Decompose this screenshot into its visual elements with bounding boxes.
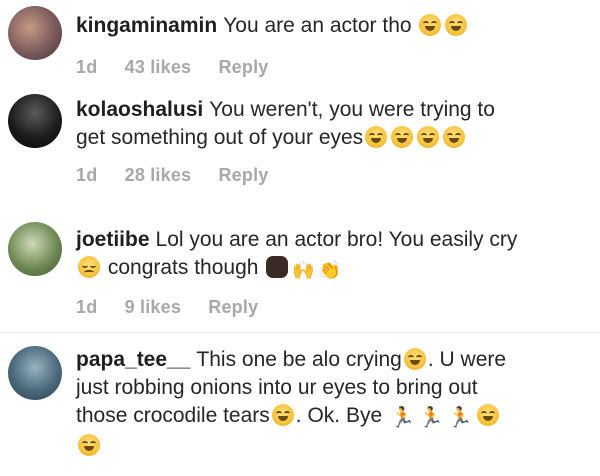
comment-text: You weren't, you were trying to (209, 98, 495, 121)
divider (0, 332, 600, 333)
comment-text: congrats though (107, 256, 259, 279)
comment-username[interactable]: kolaoshalusi (76, 98, 203, 121)
tears-of-joy-emoji-icon (271, 404, 294, 426)
comment-text: . U were (427, 348, 507, 371)
tears-of-joy-emoji-icon (403, 348, 426, 370)
comment-meta: 1d 9 likes Reply (76, 297, 280, 318)
comment-likes[interactable]: 28 likes (125, 165, 192, 185)
avatar[interactable] (8, 346, 62, 400)
running-person-emoji-icon: 🏃 (418, 407, 444, 429)
comment-text: This one be alo crying (196, 348, 402, 371)
grimace-emoji-icon (443, 126, 466, 148)
comment-text: . Ok. Bye (295, 404, 383, 427)
comment-username[interactable]: joetiibe (76, 228, 150, 251)
raised-hands-emoji-icon: 🙌 (292, 260, 315, 280)
grimace-emoji-icon (365, 126, 388, 148)
grimace-emoji-icon (419, 14, 442, 36)
grimace-emoji-icon (391, 126, 414, 148)
avatar[interactable] (8, 94, 62, 148)
grimace-emoji-icon (417, 126, 440, 148)
comment-item: papa_tee__ This one be alo crying . U were… (0, 338, 600, 476)
comment-text: You are an actor tho (223, 14, 412, 37)
comment-text: just robbing onions into ur eyes to brin… (76, 376, 478, 399)
comment-time: 1d (76, 297, 98, 317)
comment-item: kolaoshalusi You weren't, you were trying… (0, 88, 600, 204)
comment-meta: 1d 28 likes Reply (76, 165, 291, 186)
comment-text: Lol you are an actor bro! You easily cry (155, 228, 518, 251)
clapping-hands-emoji-icon: 👏 (318, 260, 342, 280)
comment-time: 1d (76, 165, 98, 185)
comment-text: those crocodile tears (76, 404, 270, 427)
reply-button[interactable]: Reply (208, 297, 258, 317)
comment-item: joetiibe Lol you are an actor bro! You ea… (0, 214, 600, 326)
comment-username[interactable]: kingaminamin (76, 14, 217, 37)
reply-button[interactable]: Reply (218, 165, 268, 185)
comment-time: 1d (76, 57, 98, 77)
comment-likes[interactable]: 43 likes (125, 57, 192, 77)
grimace-emoji-icon (445, 14, 468, 36)
comment-text: get something out of your eyes (76, 126, 364, 149)
avatar[interactable] (8, 222, 62, 276)
avatar[interactable] (8, 6, 62, 60)
running-person-emoji-icon: 🏃 (447, 407, 473, 429)
tears-of-joy-emoji-icon (476, 404, 499, 426)
comment-meta: 1d 43 likes Reply (76, 57, 291, 78)
tears-of-joy-emoji-icon (78, 434, 100, 456)
comment-likes[interactable]: 9 likes (125, 297, 181, 317)
comment-item: kingaminamin You are an actor tho 1d 43 l… (0, 0, 600, 88)
running-person-emoji-icon: 🏃 (389, 407, 415, 429)
sad-emoji-icon (78, 256, 100, 278)
comment-username[interactable]: papa_tee__ (76, 348, 190, 371)
reply-button[interactable]: Reply (218, 57, 268, 77)
fist-emoji-icon (266, 256, 289, 278)
